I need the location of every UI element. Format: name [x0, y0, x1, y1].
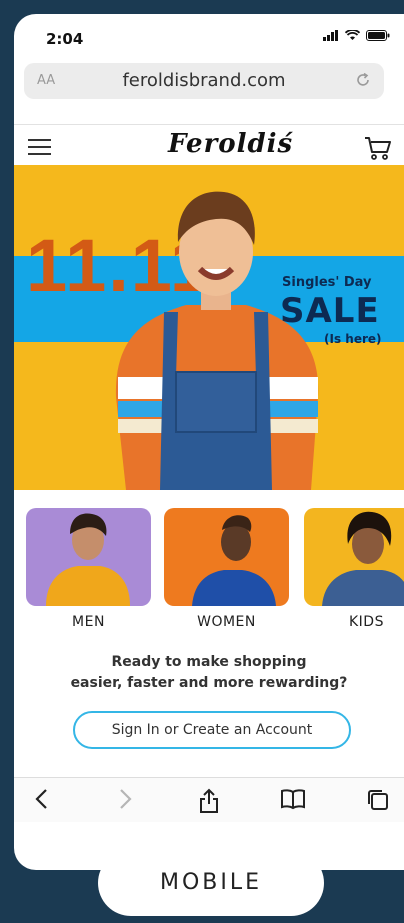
status-icons: [323, 30, 390, 41]
category-label-kids[interactable]: KIDS: [304, 614, 404, 630]
battery-icon: [366, 30, 390, 41]
cart-icon[interactable]: [364, 135, 392, 161]
sign-in-button[interactable]: Sign In or Create an Account: [73, 711, 351, 749]
promo-line-2: easier, faster and more rewarding?: [70, 675, 348, 691]
phone-screen: 2:04 AA feroldisbrand.com Feroldiś 11.11: [14, 14, 404, 870]
brand-logo[interactable]: Feroldiś: [168, 129, 293, 159]
hero-tagline: (Is here): [324, 332, 382, 346]
reload-icon[interactable]: [354, 71, 372, 89]
signal-icon: [323, 30, 338, 41]
category-image-men[interactable]: [26, 508, 151, 606]
wifi-icon: [345, 30, 360, 40]
hero-banner[interactable]: 11.11 Singles' Day SALE (Is here): [14, 165, 404, 490]
category-label-men[interactable]: MEN: [26, 614, 151, 630]
device-label: MOBILE: [98, 850, 324, 916]
category-card-women[interactable]: WOMEN: [164, 508, 289, 630]
promo-text: Ready to make shopping easier, faster an…: [14, 652, 404, 694]
forward-icon[interactable]: [117, 788, 133, 810]
category-row: MEN WOMEN KIDS: [26, 508, 404, 638]
status-time: 2:04: [46, 30, 84, 48]
category-image-women[interactable]: [164, 508, 289, 606]
hero-headline: SALE: [280, 291, 380, 331]
category-card-kids[interactable]: KIDS: [304, 508, 404, 630]
menu-icon[interactable]: [28, 137, 52, 157]
promo-line-1: Ready to make shopping: [111, 654, 307, 670]
browser-toolbar: [14, 777, 404, 822]
status-bar: 2:04: [14, 14, 404, 64]
hero-model-image: [115, 191, 319, 490]
category-label-women[interactable]: WOMEN: [164, 614, 289, 630]
url-text[interactable]: feroldisbrand.com: [24, 70, 384, 91]
back-icon[interactable]: [34, 788, 50, 810]
category-image-kids[interactable]: [304, 508, 404, 606]
share-icon[interactable]: [198, 788, 220, 814]
category-card-men[interactable]: MEN: [26, 508, 151, 630]
address-bar[interactable]: AA feroldisbrand.com: [24, 63, 384, 99]
bookmarks-icon[interactable]: [280, 788, 306, 810]
tabs-icon[interactable]: [366, 788, 390, 812]
hero-subtitle: Singles' Day: [282, 275, 372, 290]
